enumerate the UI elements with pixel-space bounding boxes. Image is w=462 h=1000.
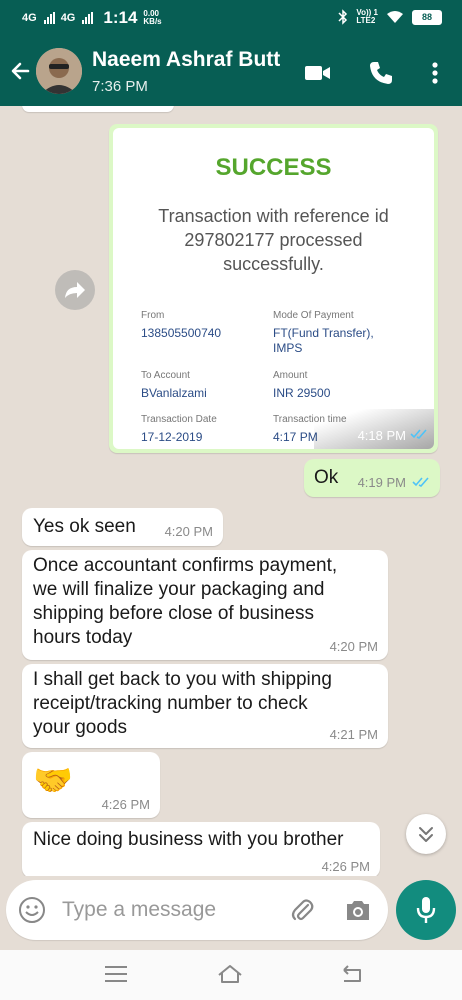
message-input[interactable] xyxy=(62,896,262,924)
wifi-icon xyxy=(387,11,403,23)
handshake-emoji: 🤝 xyxy=(33,762,73,798)
emoji-icon[interactable] xyxy=(18,896,46,924)
voice-call-icon[interactable] xyxy=(366,58,396,88)
back-arrow-icon[interactable] xyxy=(6,56,36,86)
network-speed: 0.00 KB/s xyxy=(143,9,162,26)
camera-icon[interactable] xyxy=(344,897,372,923)
message-time: 4:18 PM xyxy=(357,428,406,443)
message-composer xyxy=(6,880,388,940)
from-label: From xyxy=(141,310,165,321)
system-navigation-bar xyxy=(0,950,462,1000)
date-value: 17-12-2019 xyxy=(141,430,203,444)
network-type-2: 4G xyxy=(60,12,76,24)
message-time: 4:20 PM xyxy=(329,639,378,654)
signal-icon-2 xyxy=(82,12,94,24)
message-text: Yes ok seen xyxy=(33,516,136,537)
bluetooth-icon xyxy=(338,9,348,25)
image-message-bubble[interactable]: SUCCESS Transaction with reference id 29… xyxy=(109,124,438,453)
message-time: 4:26 PM xyxy=(321,859,370,874)
home-icon[interactable] xyxy=(216,963,244,985)
forward-icon xyxy=(65,282,85,298)
message-time: 4:26 PM xyxy=(101,797,150,812)
mode-label: Mode Of Payment xyxy=(273,310,354,321)
battery-indicator: 88 xyxy=(412,9,442,25)
microphone-icon xyxy=(416,897,436,923)
transaction-time-value: 4:17 PM xyxy=(273,430,318,444)
receipt-description: Transaction with reference id 297802177 … xyxy=(158,206,389,274)
to-account-value: BVanlalzami xyxy=(141,386,207,400)
contact-name[interactable]: Naeem Ashraf Butt xyxy=(92,48,280,72)
amount-value: INR 29500 xyxy=(273,386,331,400)
voice-record-button[interactable] xyxy=(396,880,456,940)
message-bubble-incoming[interactable]: Once accountant confirms payment, we wil… xyxy=(22,550,388,660)
previous-message-bubble xyxy=(22,106,174,112)
attach-icon[interactable] xyxy=(288,896,316,924)
message-text: Once accountant confirms payment, we wil… xyxy=(33,555,338,648)
message-text: Nice doing business with you brother xyxy=(33,829,344,850)
message-bubble-incoming[interactable]: Nice doing business with you brother 4:2… xyxy=(22,822,380,876)
status-bar: 4G 4G 1:14 0.00 KB/s Vo)) 1 LTE2 88 xyxy=(0,0,462,36)
message-bubble-incoming[interactable]: 🤝 4:26 PM xyxy=(22,752,160,818)
date-label: Transaction Date xyxy=(141,414,217,425)
to-account-label: To Account xyxy=(141,370,190,381)
receipt-status: SUCCESS xyxy=(215,154,332,181)
video-call-icon[interactable] xyxy=(302,58,332,88)
read-ticks-icon xyxy=(410,429,427,439)
amount-label: Amount xyxy=(273,370,308,381)
message-bubble-outgoing[interactable]: Ok 4:19 PM xyxy=(304,459,440,497)
transaction-receipt-image[interactable]: SUCCESS Transaction with reference id 29… xyxy=(113,128,434,449)
avatar[interactable] xyxy=(36,48,82,94)
message-bubble-incoming[interactable]: Yes ok seen 4:20 PM xyxy=(22,508,223,546)
message-bubble-incoming[interactable]: I shall get back to you with shipping re… xyxy=(22,664,388,748)
menu-icon[interactable] xyxy=(102,963,130,985)
volte-indicator: Vo)) 1 LTE2 xyxy=(356,8,378,25)
message-text: I shall get back to you with shipping re… xyxy=(33,669,332,738)
chat-area[interactable]: SUCCESS Transaction with reference id 29… xyxy=(0,106,462,876)
mode-value: FT(Fund Transfer), IMPS xyxy=(273,326,374,355)
chat-header: Naeem Ashraf Butt 7:36 PM xyxy=(0,36,462,106)
back-nav-icon[interactable] xyxy=(338,963,366,985)
read-ticks-icon xyxy=(412,477,429,487)
double-chevron-down-icon xyxy=(419,827,433,842)
more-options-icon[interactable] xyxy=(420,58,450,88)
network-type-1: 4G xyxy=(22,12,37,24)
scroll-to-bottom-button[interactable] xyxy=(406,814,446,854)
last-seen: 7:36 PM xyxy=(92,78,148,95)
message-time: 4:19 PM xyxy=(357,475,406,490)
signal-icon xyxy=(43,12,55,24)
message-text: Ok xyxy=(314,467,339,488)
clock: 1:14 xyxy=(103,8,138,27)
forward-button[interactable] xyxy=(55,270,95,310)
message-time: 4:21 PM xyxy=(329,727,378,742)
message-time: 4:20 PM xyxy=(164,524,213,539)
from-value: 138505500740 xyxy=(141,326,222,340)
